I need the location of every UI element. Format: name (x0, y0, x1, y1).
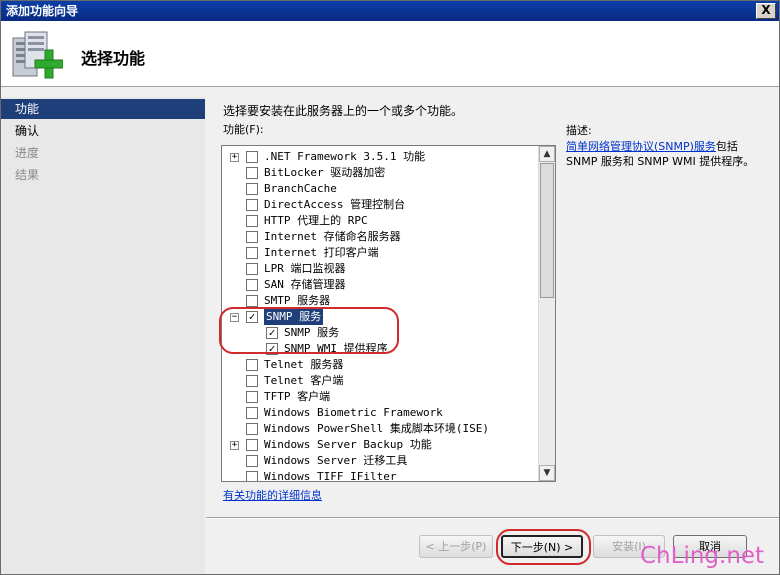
feature-label: SAN 存储管理器 (264, 278, 346, 291)
page-title: 选择功能 (81, 49, 146, 68)
feature-checkbox[interactable] (246, 247, 258, 259)
feature-checkbox[interactable] (246, 231, 258, 243)
more-info-link[interactable]: 有关功能的详细信息 (223, 487, 322, 503)
feature-label: BitLocker 驱动器加密 (264, 166, 386, 179)
feature-label: LPR 端口监视器 (264, 262, 346, 275)
feature-checkbox[interactable] (246, 471, 258, 481)
vertical-scrollbar[interactable]: ▲ ▼ (538, 146, 555, 481)
footer-divider (206, 517, 779, 519)
step-results: 结果 (15, 168, 40, 182)
snmp-highlight-annotation (219, 307, 399, 354)
previous-button[interactable]: < 上一步(P) (419, 535, 493, 558)
expand-icon[interactable]: + (230, 153, 239, 162)
feature-row[interactable]: DirectAccess 管理控制台 (222, 197, 537, 213)
feature-checkbox[interactable] (246, 391, 258, 403)
feature-label: Windows TIFF IFilter (264, 470, 397, 481)
feature-checkbox[interactable] (246, 279, 258, 291)
feature-label: BranchCache (264, 182, 337, 195)
scroll-thumb[interactable] (540, 163, 554, 298)
feature-checkbox[interactable] (246, 423, 258, 435)
feature-checkbox[interactable] (246, 263, 258, 275)
feature-row[interactable]: Internet 打印客户端 (222, 245, 537, 261)
feature-row[interactable]: Windows PowerShell 集成脚本环境(ISE) (222, 421, 537, 437)
feature-row[interactable]: Windows Biometric Framework (222, 405, 537, 421)
feature-label: .NET Framework 3.5.1 功能 (264, 150, 426, 163)
feature-label: Windows Biometric Framework (264, 406, 443, 419)
feature-label: Telnet 客户端 (264, 374, 344, 387)
add-features-wizard-window: 添加功能向导 X 选择功能 功能 确认 进度 结果 选择要安装在此服务器上的一个… (0, 0, 780, 575)
feature-row[interactable]: TFTP 客户端 (222, 389, 537, 405)
feature-label: Windows Server 迁移工具 (264, 454, 408, 467)
scroll-up-arrow-icon[interactable]: ▲ (539, 146, 555, 162)
feature-row[interactable]: HTTP 代理上的 RPC (222, 213, 537, 229)
wizard-header: 选择功能 (1, 21, 779, 87)
feature-checkbox[interactable] (246, 199, 258, 211)
feature-label: HTTP 代理上的 RPC (264, 214, 368, 227)
feature-row[interactable]: Windows Server 迁移工具 (222, 453, 537, 469)
feature-label: Telnet 服务器 (264, 358, 344, 371)
description-text: 简单网络管理协议(SNMP)服务包括 SNMP 服务和 SNMP WMI 提供程… (566, 139, 766, 169)
feature-checkbox[interactable] (246, 455, 258, 467)
step-confirm[interactable]: 确认 (1, 121, 205, 141)
feature-label: Windows Server Backup 功能 (264, 438, 432, 451)
feature-row[interactable]: + Windows Server Backup 功能 (222, 437, 537, 453)
server-add-feature-icon (12, 31, 63, 79)
window-title: 添加功能向导 (6, 4, 79, 18)
feature-row[interactable]: + .NET Framework 3.5.1 功能 (222, 149, 537, 165)
intro-text: 选择要安装在此服务器上的一个或多个功能。 (223, 104, 464, 118)
feature-row[interactable]: Telnet 服务器 (222, 357, 537, 373)
feature-label: TFTP 客户端 (264, 390, 331, 403)
feature-checkbox[interactable] (246, 151, 258, 163)
feature-checkbox[interactable] (246, 359, 258, 371)
feature-checkbox[interactable] (246, 375, 258, 387)
feature-checkbox[interactable] (246, 215, 258, 227)
next-button-highlight-annotation (496, 529, 591, 565)
title-bar: 添加功能向导 X (1, 1, 779, 21)
feature-label: DirectAccess 管理控制台 (264, 198, 406, 211)
feature-row[interactable]: BranchCache (222, 181, 537, 197)
feature-label: Internet 存储命名服务器 (264, 230, 401, 243)
scroll-down-arrow-icon[interactable]: ▼ (539, 465, 555, 481)
watermark-text: ChLing.net (640, 543, 765, 569)
description-link[interactable]: 简单网络管理协议(SNMP)服务 (566, 140, 716, 153)
feature-row[interactable]: Windows TIFF IFilter (222, 469, 537, 481)
close-button[interactable]: X (756, 3, 776, 19)
feature-checkbox[interactable] (246, 407, 258, 419)
feature-checkbox[interactable] (246, 183, 258, 195)
step-features[interactable]: 功能 (1, 99, 205, 119)
feature-row[interactable]: SAN 存储管理器 (222, 277, 537, 293)
feature-row[interactable]: Internet 存储命名服务器 (222, 229, 537, 245)
features-label: 功能(F): (223, 123, 264, 136)
feature-label: Internet 打印客户端 (264, 246, 379, 259)
feature-checkbox[interactable] (246, 439, 258, 451)
feature-row[interactable]: LPR 端口监视器 (222, 261, 537, 277)
feature-row[interactable]: BitLocker 驱动器加密 (222, 165, 537, 181)
feature-checkbox[interactable] (246, 167, 258, 179)
description-label: 描述: (566, 124, 592, 137)
feature-label: Windows PowerShell 集成脚本环境(ISE) (264, 422, 489, 435)
expand-icon[interactable]: + (230, 441, 239, 450)
feature-row[interactable]: Telnet 客户端 (222, 373, 537, 389)
feature-checkbox[interactable] (246, 295, 258, 307)
step-progress: 进度 (15, 146, 40, 160)
wizard-steps-nav: 功能 确认 进度 结果 (1, 97, 205, 574)
